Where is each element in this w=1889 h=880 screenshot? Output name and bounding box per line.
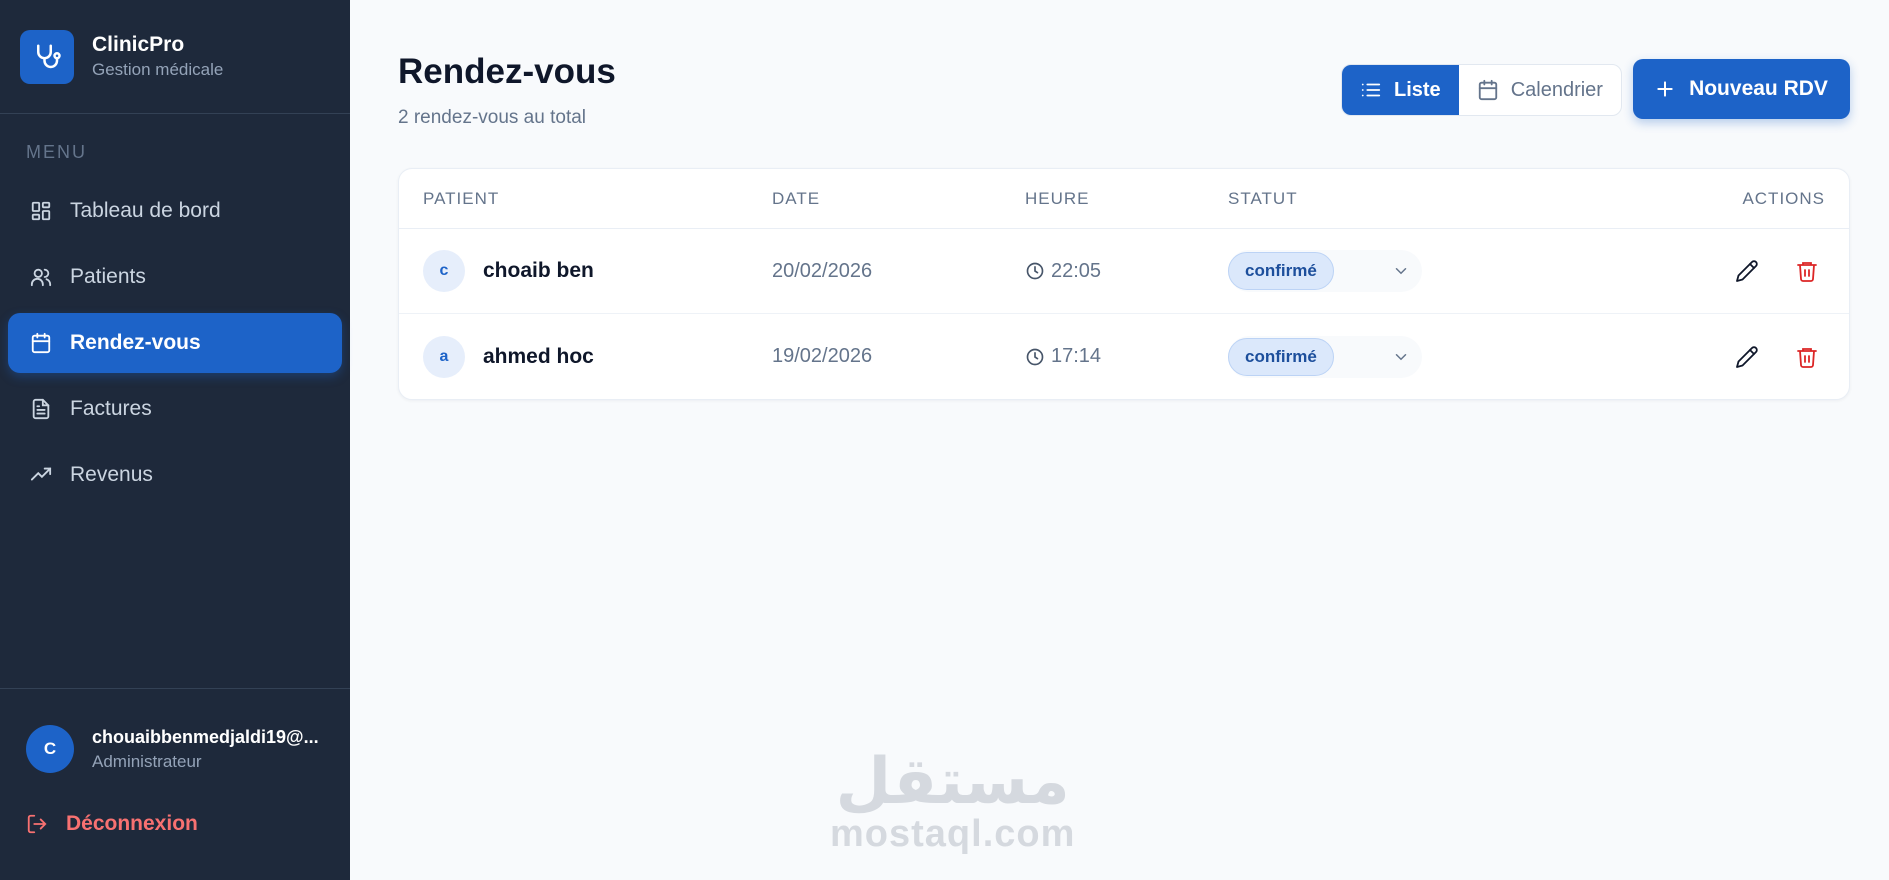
trash-icon bbox=[1797, 262, 1817, 282]
trash-icon bbox=[1797, 347, 1817, 368]
trending-up-icon bbox=[28, 462, 54, 488]
patient-cell: c choaib ben bbox=[423, 250, 594, 292]
sidebar-item-revenus[interactable]: Revenus bbox=[8, 445, 342, 505]
watermark: مستقل mostaql.com bbox=[830, 750, 1075, 854]
patient-name: ahmed hoc bbox=[483, 344, 594, 368]
delete-button[interactable] bbox=[1789, 339, 1825, 375]
column-header-heure: HEURE bbox=[1025, 188, 1090, 208]
delete-button[interactable] bbox=[1789, 253, 1825, 289]
actions-cell bbox=[1705, 253, 1825, 289]
chevron-down-icon bbox=[1392, 348, 1410, 366]
column-header-patient: PATIENT bbox=[423, 188, 500, 208]
user-email: chouaibbenmedjaldi19@... bbox=[92, 726, 319, 747]
sidebar-item-factures[interactable]: Factures bbox=[8, 379, 342, 439]
status-select[interactable]: confirmé bbox=[1228, 335, 1422, 378]
patient-avatar: c bbox=[423, 250, 465, 292]
sidebar: ClinicPro Gestion médicale MENU Tableau … bbox=[0, 0, 350, 880]
sidebar-nav: Tableau de bord Patients Rendez-vous Fac… bbox=[0, 181, 350, 505]
sidebar-item-label: Factures bbox=[70, 397, 152, 420]
logout-icon bbox=[26, 813, 48, 835]
sidebar-item-rendez-vous[interactable]: Rendez-vous bbox=[8, 313, 342, 373]
list-view-label: Liste bbox=[1394, 78, 1441, 101]
user-role: Administrateur bbox=[92, 751, 202, 771]
table-row: c choaib ben 20/02/2026 22:05 confirmé bbox=[399, 229, 1849, 314]
brand-subtitle: Gestion médicale bbox=[92, 60, 224, 79]
sidebar-item-patients[interactable]: Patients bbox=[8, 247, 342, 307]
clock-icon bbox=[1025, 261, 1045, 281]
calendar-view-label: Calendrier bbox=[1510, 78, 1603, 101]
appointments-table: PATIENT DATE HEURE STATUT ACTIONS c choa… bbox=[398, 168, 1850, 400]
page-subtitle: 2 rendez-vous au total bbox=[398, 107, 587, 128]
chevron-down-icon bbox=[1392, 262, 1410, 280]
appointment-time-value: 17:14 bbox=[1051, 345, 1102, 367]
actions-cell bbox=[1705, 339, 1825, 375]
edit-button[interactable] bbox=[1729, 339, 1765, 375]
status-cell: confirmé bbox=[1228, 250, 1422, 292]
status-badge: confirmé bbox=[1228, 252, 1334, 290]
users-icon bbox=[28, 264, 54, 290]
pencil-icon bbox=[1736, 260, 1758, 282]
clock-icon bbox=[1025, 347, 1045, 367]
column-header-statut: STATUT bbox=[1228, 188, 1298, 208]
status-badge: confirmé bbox=[1228, 337, 1334, 376]
dashboard-icon bbox=[28, 198, 54, 224]
new-appointment-button[interactable]: Nouveau RDV bbox=[1633, 59, 1850, 119]
sidebar-item-label: Rendez-vous bbox=[70, 331, 201, 354]
view-toggle: Liste Calendrier bbox=[1341, 64, 1622, 116]
status-select[interactable]: confirmé bbox=[1228, 250, 1422, 292]
table-header: PATIENT DATE HEURE STATUT ACTIONS bbox=[399, 169, 1849, 229]
appointment-date: 19/02/2026 bbox=[772, 345, 873, 367]
column-header-date: DATE bbox=[772, 188, 821, 208]
brand: ClinicPro Gestion médicale bbox=[0, 0, 350, 114]
appointment-time-value: 22:05 bbox=[1051, 259, 1102, 282]
brand-name: ClinicPro bbox=[92, 33, 185, 56]
status-cell: confirmé bbox=[1228, 335, 1422, 378]
sidebar-item-label: Revenus bbox=[70, 463, 153, 486]
watermark-arabic: مستقل bbox=[835, 745, 1070, 819]
appointment-time: 22:05 bbox=[1025, 260, 1101, 283]
sidebar-item-dashboard[interactable]: Tableau de bord bbox=[8, 181, 342, 241]
stethoscope-icon bbox=[20, 29, 74, 84]
avatar: C bbox=[26, 725, 74, 773]
table-row: a ahmed hoc 19/02/2026 17:14 confirmé bbox=[399, 314, 1849, 399]
calendar-icon bbox=[28, 330, 54, 356]
edit-button[interactable] bbox=[1729, 253, 1765, 289]
watermark-latin: mostaql.com bbox=[830, 813, 1076, 855]
list-icon bbox=[1360, 79, 1382, 101]
sidebar-item-label: Tableau de bord bbox=[70, 199, 221, 222]
calendar-view-button[interactable]: Calendrier bbox=[1459, 65, 1621, 115]
sidebar-item-label: Patients bbox=[70, 265, 146, 288]
plus-icon bbox=[1655, 79, 1675, 99]
file-icon bbox=[28, 396, 54, 422]
user-profile: C chouaibbenmedjaldi19@... Administrateu… bbox=[0, 688, 350, 773]
menu-label: MENU bbox=[26, 142, 87, 162]
appointment-time: 17:14 bbox=[1025, 345, 1101, 368]
column-header-actions: ACTIONS bbox=[1742, 188, 1825, 208]
logout-button[interactable]: Déconnexion bbox=[26, 812, 198, 836]
calendar-icon bbox=[1477, 79, 1499, 101]
appointment-date: 20/02/2026 bbox=[772, 259, 873, 282]
new-appointment-label: Nouveau RDV bbox=[1689, 77, 1828, 100]
list-view-button[interactable]: Liste bbox=[1342, 65, 1459, 115]
patient-cell: a ahmed hoc bbox=[423, 335, 594, 378]
logout-label: Déconnexion bbox=[66, 812, 198, 835]
patient-avatar: a bbox=[423, 335, 465, 378]
pencil-icon bbox=[1736, 345, 1758, 368]
patient-name: choaib ben bbox=[483, 259, 594, 282]
page-title: Rendez-vous bbox=[398, 52, 616, 91]
